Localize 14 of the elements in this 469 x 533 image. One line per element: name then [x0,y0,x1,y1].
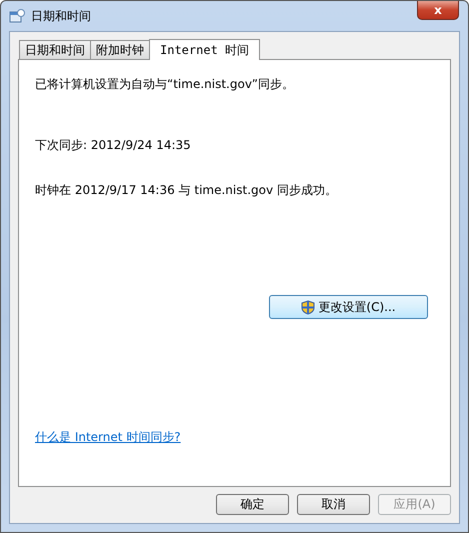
calendar-clock-icon [9,8,25,24]
help-link[interactable]: 什么是 Internet 时间同步? [35,429,181,446]
tab[interactable]: 附加时钟 [90,40,150,59]
close-button[interactable]: x [417,1,459,20]
status-text: 下次同步: 2012/9/24 14:35 [35,137,192,154]
dialog-button[interactable]: 确定 [216,494,289,515]
status-text: 已将计算机设置为自动与“time.nist.gov”同步。 [35,76,295,93]
shield-icon [301,300,316,314]
tab[interactable]: 日期和时间 [19,40,91,59]
tab[interactable]: Internet 时间 [149,39,260,60]
status-text: 时钟在 2012/9/17 14:36 与 time.nist.gov 同步成功。 [35,182,338,199]
change-settings-button[interactable]: 更改设置(C)... [269,295,428,319]
window-title: 日期和时间 [31,8,91,24]
dialog-button[interactable]: 取消 [297,494,370,515]
